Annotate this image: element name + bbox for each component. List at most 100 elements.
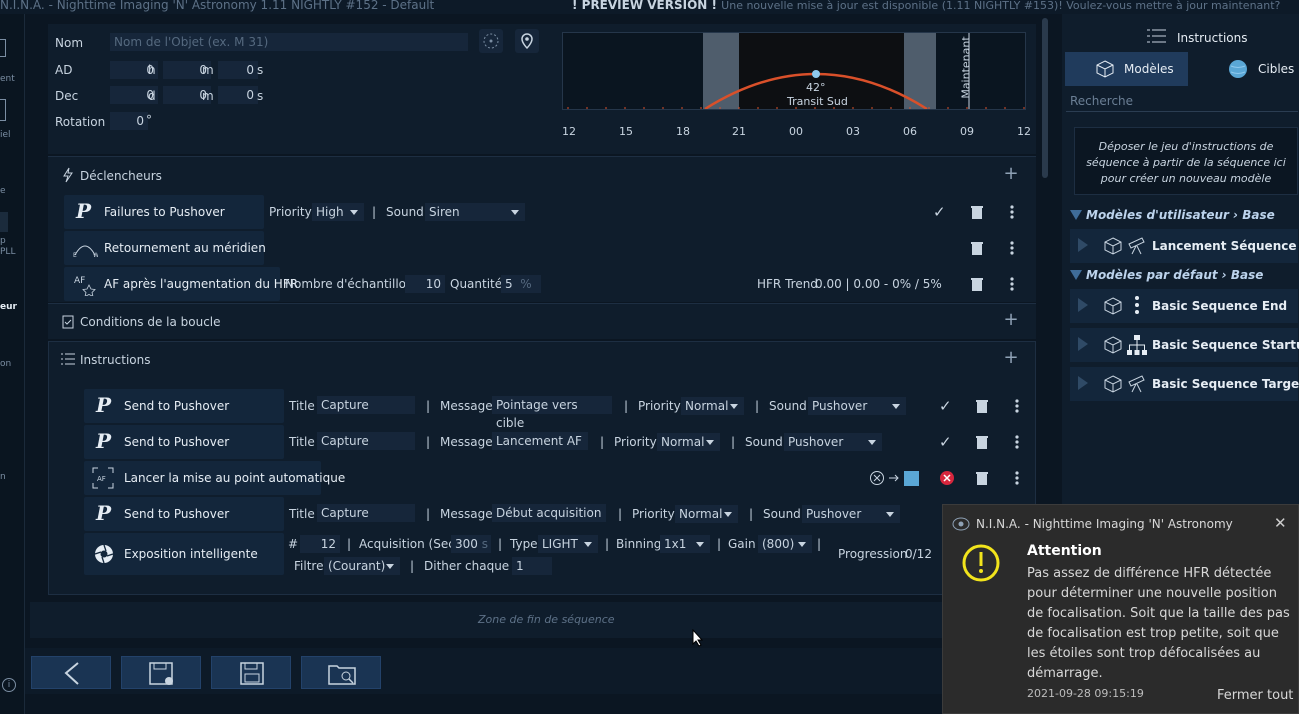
more-options-icon[interactable] (1010, 241, 1014, 255)
priority-select[interactable]: Normal (657, 433, 720, 451)
more-options-icon[interactable] (1015, 435, 1019, 449)
more-options-icon[interactable] (1015, 399, 1019, 413)
template-item[interactable]: Lancement Séquence (1070, 229, 1298, 263)
toast-close-icon[interactable]: ✕ (1274, 514, 1287, 532)
count-input[interactable]: 12 (300, 535, 340, 553)
nav-label-8[interactable]: n (0, 472, 6, 482)
search-coordinates-button[interactable] (479, 29, 503, 53)
dither-input[interactable]: 1 (512, 557, 552, 575)
more-options-icon[interactable] (1010, 277, 1014, 291)
add-instruction-button[interactable]: + (1003, 349, 1019, 367)
trigger-meridian-flip[interactable]: EW Retournement au méridien (64, 231, 266, 265)
dec-seconds-input[interactable]: 0 (218, 86, 258, 104)
title-input[interactable]: Capture (317, 504, 415, 522)
close-all-button[interactable]: Fermer tout (1217, 688, 1293, 703)
save-button[interactable] (211, 656, 291, 689)
open-button[interactable] (301, 656, 381, 689)
delete-icon[interactable] (971, 241, 983, 255)
template-item[interactable]: Basic Sequence End (1070, 289, 1298, 323)
save-as-template-button[interactable] (121, 656, 201, 689)
nav-label-2[interactable]: iel (0, 130, 11, 140)
instruction-run-autofocus[interactable]: AF Lancer la mise au point automatique (84, 461, 345, 495)
delete-icon[interactable] (976, 399, 988, 413)
collapse-triangle-icon[interactable] (1070, 270, 1082, 280)
sound-select[interactable]: Pushover (802, 505, 900, 523)
rotation-input[interactable]: 0 (110, 112, 148, 130)
expand-triangle-icon[interactable] (1078, 238, 1088, 252)
message-input[interactable]: Début acquisition (492, 504, 606, 522)
update-banner[interactable]: ! PREVIEW VERSION ! Une nouvelle mise à … (572, 0, 1280, 12)
title-input[interactable]: Capture (317, 432, 415, 450)
add-condition-button[interactable]: + (1003, 311, 1019, 329)
default-templates-group[interactable]: Modèles par défaut › Base (1086, 268, 1263, 282)
nav-label-sequencer[interactable]: eur (0, 302, 17, 312)
nav-label-3[interactable]: e (0, 186, 6, 196)
gain-select[interactable]: (800) (758, 535, 812, 553)
message-input[interactable]: Lancement AF (492, 432, 588, 450)
type-select[interactable]: LIGHT (538, 535, 598, 553)
user-templates-group[interactable]: Modèles d'utilisateur › Base (1086, 208, 1275, 222)
nav-icon-2[interactable] (0, 99, 6, 121)
tab-models[interactable]: Modèles (1065, 52, 1188, 86)
main-scrollbar[interactable] (1042, 18, 1048, 178)
quantity-input[interactable]: 5 % (501, 275, 541, 293)
sound-select[interactable]: Pushover (808, 397, 906, 415)
binning-select[interactable]: 1x1 (660, 535, 710, 553)
sound-label: Sound (386, 205, 424, 219)
expand-triangle-icon[interactable] (1078, 376, 1088, 390)
expand-triangle-icon[interactable] (1078, 298, 1088, 312)
template-search-input[interactable]: Recherche (1066, 92, 1298, 112)
sound-select[interactable]: Pushover (784, 433, 882, 451)
nav-icon-guider[interactable] (0, 212, 8, 232)
title-input[interactable]: Capture (317, 396, 415, 414)
collapse-triangle-icon[interactable] (1070, 210, 1082, 220)
exposure-input[interactable]: 300 s (451, 535, 491, 553)
more-options-icon[interactable] (1015, 471, 1019, 485)
instruction-send-pushover[interactable]: P Send to Pushover (84, 425, 284, 459)
template-item[interactable]: Basic Sequence Startup (1070, 328, 1299, 362)
target-name-input[interactable]: Nom de l'Objet (ex. M 31) (110, 33, 468, 51)
filter-select[interactable]: (Courant) (324, 557, 400, 575)
more-options-icon[interactable] (1010, 205, 1014, 219)
priority-select[interactable]: Normal (675, 505, 738, 523)
delete-icon[interactable] (976, 435, 988, 449)
svg-text:AF: AF (97, 475, 106, 483)
trigger-failures-pushover[interactable]: P Failures to Pushover (64, 195, 264, 229)
sound-select[interactable]: Siren (425, 203, 525, 221)
samples-input[interactable]: 10 (405, 275, 445, 293)
nav-label-4[interactable]: p (0, 236, 6, 246)
priority-select[interactable]: Normal (681, 397, 744, 415)
update-message[interactable]: Une nouvelle mise à jour est disponible … (721, 0, 1280, 12)
toast-notification[interactable]: N.I.N.A. - Nighttime Imaging 'N' Astrono… (942, 504, 1299, 714)
tab-instructions[interactable]: Instructions (1177, 31, 1247, 45)
ra-seconds-input[interactable]: 0 (218, 61, 258, 79)
add-trigger-button[interactable]: + (1003, 165, 1019, 183)
message-input[interactable]: Pointage vers cible (492, 396, 612, 430)
location-button[interactable] (515, 29, 539, 53)
expand-triangle-icon[interactable] (1078, 337, 1088, 351)
delete-icon[interactable] (971, 205, 983, 219)
instruction-send-pushover[interactable]: P Send to Pushover (84, 389, 284, 423)
instruction-list-icon (1147, 29, 1166, 43)
instruction-smart-exposure[interactable]: Exposition intelligente (84, 533, 284, 575)
back-button[interactable] (31, 656, 111, 689)
tab-targets[interactable]: Cibles (1188, 52, 1299, 86)
trigger-af-hfr[interactable]: AF AF après l'augmentation du HFR (64, 267, 298, 301)
instruction-send-pushover[interactable]: P Send to Pushover (84, 497, 284, 531)
nav-label-5[interactable]: PLL (0, 247, 15, 257)
priority-select[interactable]: High (312, 203, 364, 221)
delete-icon[interactable] (971, 277, 983, 291)
separator: | (731, 435, 736, 449)
template-item[interactable]: Basic Sequence Target (1070, 367, 1299, 401)
nav-label-7[interactable]: on (0, 359, 11, 369)
delete-icon[interactable] (976, 471, 988, 485)
info-icon[interactable]: i (2, 678, 16, 692)
x-tick: 15 (619, 125, 633, 138)
template-drop-zone[interactable]: Déposer le jeu d'instructions de séquenc… (1074, 127, 1298, 195)
hfr-trend-label: HFR Trend (757, 277, 818, 291)
count-label: # (288, 537, 299, 551)
toast-timestamp: 2021-09-28 09:15:19 (1027, 687, 1144, 700)
nav-icon-1[interactable] (0, 39, 6, 57)
nav-label-1[interactable]: ent (0, 74, 15, 84)
skip-to-end-icon[interactable] (869, 470, 921, 486)
